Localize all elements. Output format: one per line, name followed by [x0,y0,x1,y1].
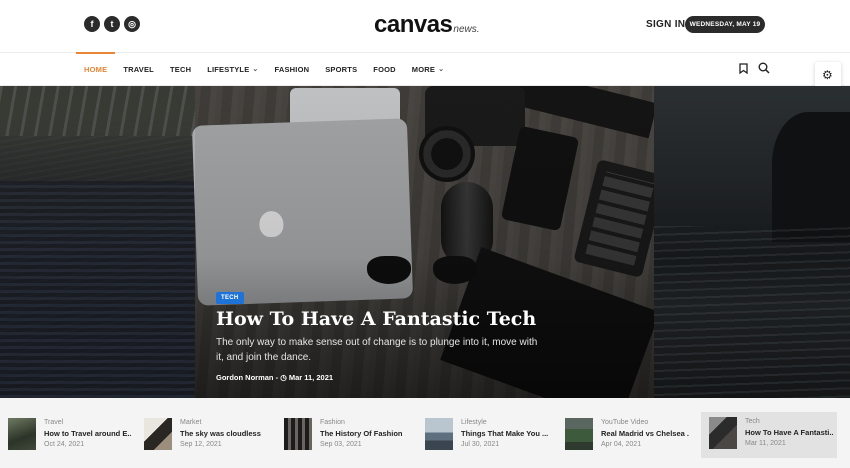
carousel-card[interactable]: Market The sky was cloudless Sep 12, 202… [136,413,272,458]
nav-label: FOOD [373,65,396,74]
card-title[interactable]: The sky was cloudless [180,429,268,438]
nav-item-tech[interactable]: TECH [162,53,199,86]
card-category[interactable]: Market [180,419,201,426]
hero-slide-next-image[interactable] [654,86,850,398]
thumbnail-image[interactable] [709,417,737,449]
thumbnail-image[interactable] [144,418,172,450]
nav-item-home[interactable]: HOME [76,52,116,86]
carousel-card[interactable]: Travel How to Travel around E... Oct 24,… [0,413,136,458]
card-date: Sep 03, 2021 [320,441,362,448]
post-carousel: Travel How to Travel around E... Oct 24,… [0,398,850,468]
hero-meta: Gordon Norman - ◷ Mar 11, 2021 [216,373,333,382]
date-badge: WEDNESDAY, MAY 19 [685,16,765,33]
main-navigation: HOME TRAVEL TECH LIFESTYLE ⌄ FASHION SPOR… [0,52,850,86]
nav-label: HOME [84,65,108,74]
carousel-card[interactable]: Lifestyle Things That Make You ... Jul 3… [417,413,553,458]
chevron-down-icon: ⌄ [252,66,259,73]
nav-item-sports[interactable]: SPORTS [317,53,365,86]
card-category[interactable]: Tech [745,418,760,425]
thumbnail-image[interactable] [284,418,312,450]
hero-date: Mar 11, 2021 [288,373,334,382]
nav-label: TECH [169,65,192,74]
nav-item-food[interactable]: FOOD [365,53,403,86]
nav-item-travel[interactable]: TRAVEL [115,53,162,86]
card-title[interactable]: How To Have A Fantasti... [745,428,833,437]
logo-main-text: canvas [374,11,453,38]
card-category[interactable]: Lifestyle [461,419,487,426]
nav-label: TRAVEL [123,65,154,74]
card-category[interactable]: Fashion [320,419,345,426]
nav-label: LIFESTYLE [207,65,250,74]
clock-icon: ◷ [280,373,287,382]
nav-label: MORE [411,65,436,74]
card-category[interactable]: YouTube Video [601,419,648,426]
logo-sub-text: news. [453,24,480,35]
hero-title[interactable]: How To Have A Fantastic Tech [216,308,636,330]
chevron-down-icon: ⌄ [438,66,445,73]
thumbnail-image[interactable] [425,418,453,450]
hero-author[interactable]: Gordon Norman [216,373,274,382]
nav-label: SPORTS [325,65,358,74]
sign-in-link[interactable]: SIGN IN [646,19,685,30]
nav-label: FASHION [274,65,310,74]
card-date: Jul 30, 2021 [461,441,500,448]
twitter-icon[interactable]: t [104,16,120,32]
facebook-icon[interactable]: f [84,16,100,32]
hero-excerpt: The only way to make sense out of change… [216,337,538,363]
hero-slide-prev-image[interactable] [0,86,195,398]
carousel-card[interactable]: Fashion The History Of Fashion Sep 03, 2… [276,413,412,458]
settings-button[interactable]: ⚙ [815,62,841,88]
search-icon[interactable] [758,62,770,74]
card-date: Apr 04, 2021 [601,441,642,448]
nav-item-lifestyle[interactable]: LIFESTYLE ⌄ [199,53,266,86]
card-date: Sep 12, 2021 [180,441,222,448]
card-title[interactable]: How to Travel around E... [44,429,132,438]
card-date: Mar 11, 2021 [745,440,786,447]
carousel-card[interactable]: YouTube Video Real Madrid vs Chelsea ...… [557,413,693,458]
gear-icon: ⚙ [822,68,833,82]
social-links: f t ◎ [84,16,140,32]
card-title[interactable]: Real Madrid vs Chelsea ... [601,429,689,438]
carousel-card-active[interactable]: Tech How To Have A Fantasti... Mar 11, 2… [701,412,837,458]
hero-category-badge[interactable]: TECH [216,292,244,304]
nav-item-fashion[interactable]: FASHION [266,53,317,86]
card-category[interactable]: Travel [44,419,63,426]
thumbnail-image[interactable] [565,418,593,450]
card-date: Oct 24, 2021 [44,441,85,448]
site-logo[interactable]: canvas news. [374,11,480,39]
card-title[interactable]: Things That Make You ... [461,429,549,438]
site-header: f t ◎ canvas news. SIGN IN WEDNESDAY, MA… [0,0,850,52]
thumbnail-image[interactable] [8,418,36,450]
bookmark-icon[interactable] [739,63,748,74]
nav-item-more[interactable]: MORE ⌄ [404,53,452,86]
card-title[interactable]: The History Of Fashion [320,429,408,438]
instagram-icon[interactable]: ◎ [124,16,140,32]
